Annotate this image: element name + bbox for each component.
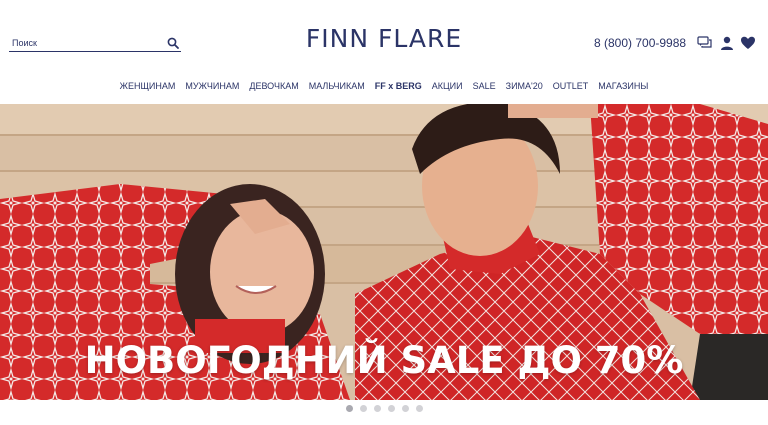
carousel-dot-5[interactable] — [401, 405, 409, 412]
carousel-dot-6[interactable] — [415, 405, 423, 412]
nav-item-boys[interactable]: МАЛЬЧИКАМ — [304, 78, 370, 94]
carousel-dot-2[interactable] — [359, 405, 367, 412]
nav-item-sale[interactable]: SALE — [468, 78, 501, 94]
user-icon[interactable] — [719, 35, 735, 51]
nav-item-ff-berg[interactable]: FF x BERG — [370, 78, 427, 94]
hero-title: НОВОГОДНИЙ SALE ДО 70% — [84, 339, 684, 382]
logo[interactable]: FINN FLARE — [280, 24, 488, 54]
carousel-dot-3[interactable] — [373, 405, 381, 412]
nav-item-promotions[interactable]: АКЦИИ — [427, 78, 468, 94]
carousel-dot-4[interactable] — [387, 405, 395, 412]
nav-item-girls[interactable]: ДЕВОЧКАМ — [244, 78, 303, 94]
carousel-dot-1[interactable] — [345, 405, 353, 412]
chat-icon[interactable] — [697, 35, 713, 51]
search-icon[interactable] — [167, 36, 179, 49]
search-input[interactable] — [12, 35, 162, 51]
heart-icon[interactable] — [740, 35, 756, 51]
carousel-dots — [0, 405, 768, 417]
site-header: FINN FLARE 8 (800) 700-9988 ЖЕНЩИНАМ МУЖ… — [0, 0, 768, 104]
search-bar — [9, 34, 181, 52]
hero-banner[interactable]: НОВОГОДНИЙ SALE ДО 70% — [0, 104, 768, 400]
nav-item-outlet[interactable]: OUTLET — [548, 78, 594, 94]
phone-number[interactable]: 8 (800) 700-9988 — [594, 36, 686, 50]
nav-item-women[interactable]: ЖЕНЩИНАМ — [115, 78, 181, 94]
nav-item-men[interactable]: МУЖЧИНАМ — [180, 78, 244, 94]
nav-item-winter20[interactable]: ЗИМА'20 — [501, 78, 548, 94]
main-nav: ЖЕНЩИНАМ МУЖЧИНАМ ДЕВОЧКАМ МАЛЬЧИКАМ FF … — [0, 78, 768, 94]
nav-item-stores[interactable]: МАГАЗИНЫ — [593, 78, 653, 94]
